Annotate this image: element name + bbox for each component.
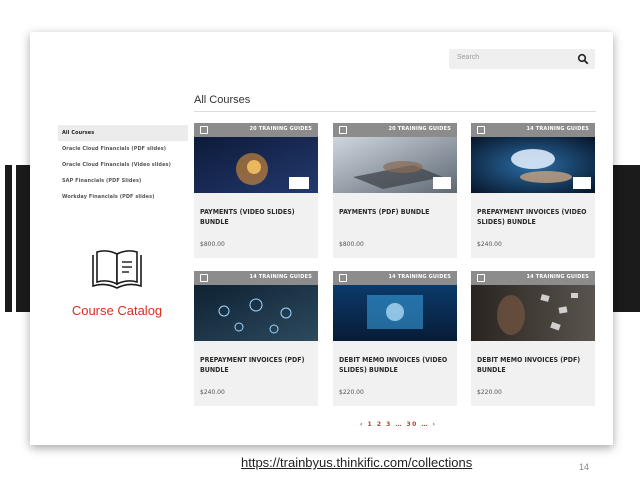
sidebar-item-workday-pdf[interactable]: Workday Financials (PDF slides) (58, 189, 190, 205)
course-guide-count: 14 TRAINING GUIDES (249, 274, 312, 280)
slide-page-number: 14 (579, 462, 590, 472)
course-card-header: 14 TRAINING GUIDES (471, 271, 595, 285)
course-card[interactable]: 14 TRAINING GUIDES PREPAYMENT INVOICES (… (471, 123, 595, 258)
course-card[interactable]: 14 TRAINING GUIDES DEBIT MEMO INVOICES (… (471, 271, 595, 406)
course-price: $240.00 (477, 241, 502, 248)
course-catalog-screenshot: Search All Courses All Courses Oracle Cl… (30, 32, 613, 445)
course-title[interactable]: DEBIT MEMO INVOICES (PDF) BUNDLE (477, 355, 591, 375)
course-thumbnail[interactable] (333, 137, 457, 193)
course-title[interactable]: DEBIT MEMO INVOICES (VIDEO SLIDES) BUNDL… (339, 355, 453, 375)
collections-link[interactable]: https://trainbyus.thinkific.com/collecti… (241, 455, 472, 470)
course-title[interactable]: PAYMENTS (VIDEO SLIDES) BUNDLE (200, 207, 314, 227)
course-thumbnail[interactable] (194, 285, 318, 341)
copy-icon (477, 274, 485, 282)
copy-icon (477, 126, 485, 134)
pagination[interactable]: ‹ 1 2 3 … 30 … › (360, 421, 436, 428)
course-card-header: 14 TRAINING GUIDES (194, 271, 318, 285)
sidebar-item-all-courses[interactable]: All Courses (58, 125, 188, 141)
course-thumbnail[interactable] (194, 137, 318, 193)
course-guide-count: 14 TRAINING GUIDES (526, 274, 589, 280)
course-guide-count: 20 TRAINING GUIDES (249, 126, 312, 132)
course-thumbnail[interactable] (333, 285, 457, 341)
course-price: $800.00 (200, 241, 225, 248)
course-card[interactable]: 14 TRAINING GUIDES DEBIT MEMO INVOICES (… (333, 271, 457, 406)
open-book-icon (92, 250, 142, 289)
course-title[interactable]: PAYMENTS (PDF) BUNDLE (339, 207, 453, 217)
course-thumbnail[interactable] (471, 285, 595, 341)
copy-icon (200, 126, 208, 134)
copy-icon (200, 274, 208, 282)
course-card-header: 20 TRAINING GUIDES (194, 123, 318, 137)
title-divider (194, 111, 596, 112)
course-card-header: 14 TRAINING GUIDES (333, 271, 457, 285)
course-card-header: 20 TRAINING GUIDES (333, 123, 457, 137)
course-title[interactable]: PREPAYMENT INVOICES (VIDEO SLIDES) BUNDL… (477, 207, 591, 227)
search-box[interactable]: Search (449, 49, 595, 69)
course-price: $220.00 (477, 389, 502, 396)
course-price: $240.00 (200, 389, 225, 396)
sidebar-item-sap-pdf[interactable]: SAP Financials (PDF Slides) (58, 173, 190, 189)
copy-icon (339, 274, 347, 282)
decor-bar-left-thin (5, 165, 12, 312)
decor-bar-left-thick (16, 165, 30, 312)
course-card[interactable]: 20 TRAINING GUIDES PAYMENTS (VIDEO SLIDE… (194, 123, 318, 258)
sidebar-item-oracle-video[interactable]: Oracle Cloud Financials (Video slides) (58, 157, 190, 173)
course-title[interactable]: PREPAYMENT INVOICES (PDF) BUNDLE (200, 355, 314, 375)
search-input[interactable]: Search (457, 54, 479, 61)
course-guide-count: 14 TRAINING GUIDES (526, 126, 589, 132)
course-card-header: 14 TRAINING GUIDES (471, 123, 595, 137)
course-price: $220.00 (339, 389, 364, 396)
copy-icon (339, 126, 347, 134)
search-icon[interactable] (577, 53, 589, 65)
course-price: $800.00 (339, 241, 364, 248)
catalog-label: Course Catalog (71, 303, 163, 318)
category-sidebar: All Courses Oracle Cloud Financials (PDF… (58, 125, 190, 205)
sidebar-item-oracle-pdf[interactable]: Oracle Cloud Financials (PDF slides) (58, 141, 190, 157)
course-guide-count: 14 TRAINING GUIDES (388, 274, 451, 280)
course-thumbnail[interactable] (471, 137, 595, 193)
course-guide-count: 20 TRAINING GUIDES (388, 126, 451, 132)
course-card[interactable]: 20 TRAINING GUIDES PAYMENTS (PDF) BUNDLE… (333, 123, 457, 258)
page-title: All Courses (194, 94, 251, 106)
course-card[interactable]: 14 TRAINING GUIDES PREPAYMENT INVOICES (… (194, 271, 318, 406)
